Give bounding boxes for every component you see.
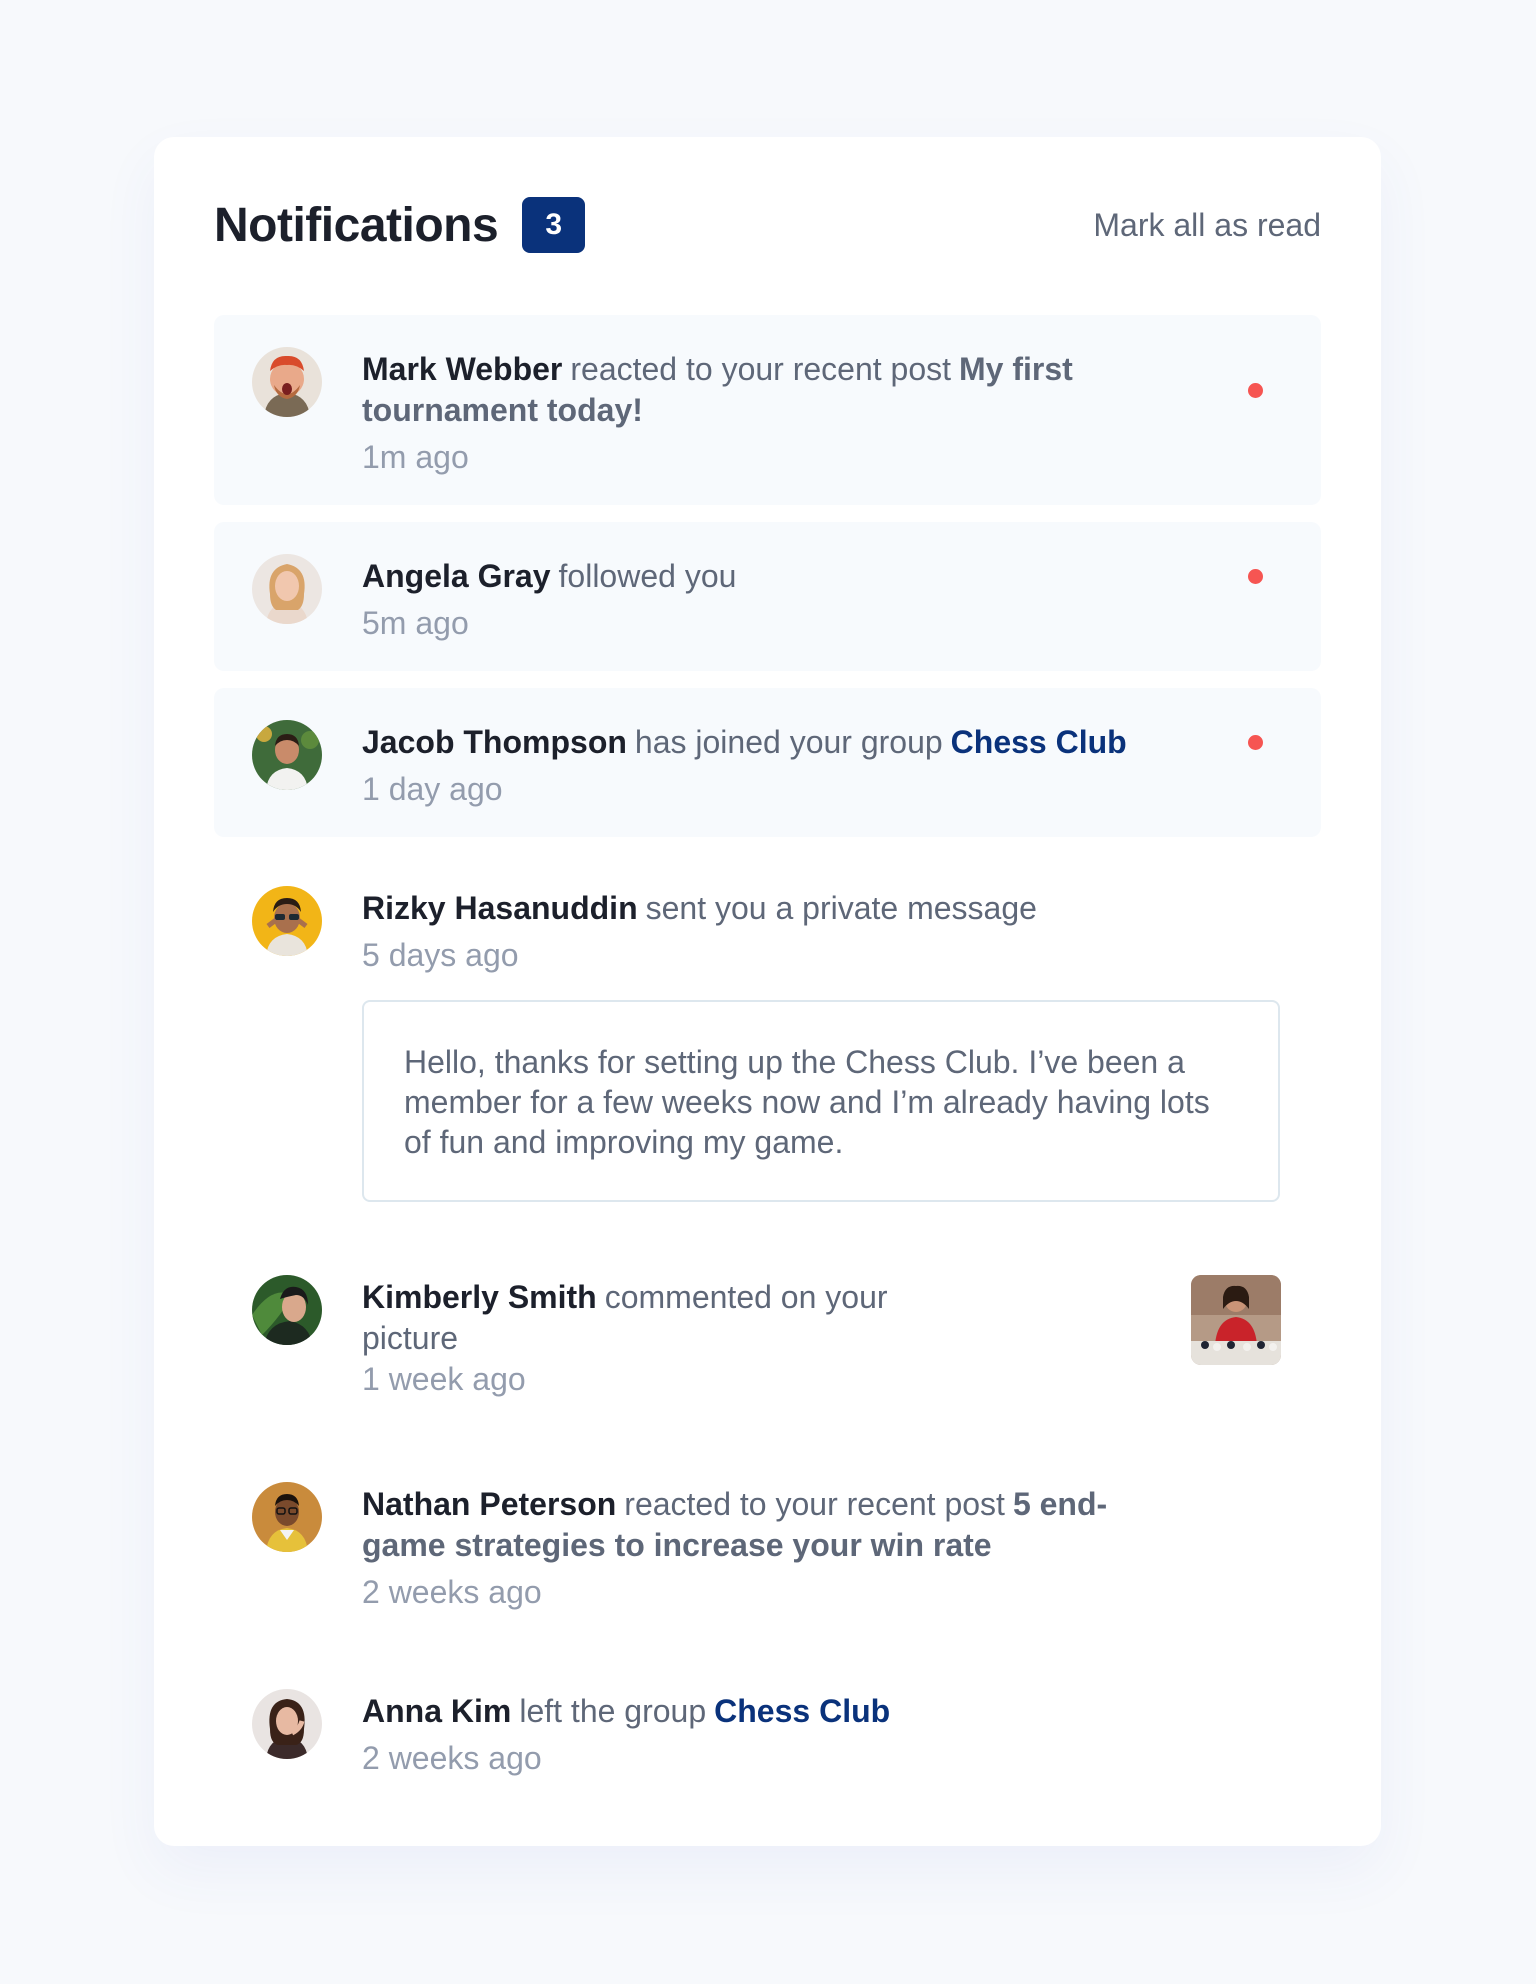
group-link[interactable]: Chess Club bbox=[951, 724, 1127, 760]
chess-picture-thumbnail[interactable] bbox=[1191, 1275, 1281, 1365]
unread-dot bbox=[1248, 735, 1263, 750]
actor-name[interactable]: Anna Kim bbox=[362, 1693, 511, 1729]
notification-item[interactable]: Rizky Hasanuddin sent you a private messa… bbox=[214, 854, 1321, 1226]
unread-dot bbox=[1248, 383, 1263, 398]
notification-text: Mark Webber reacted to your recent post My… bbox=[362, 349, 1152, 431]
notification-text: Rizky Hasanuddin sent you a private messa… bbox=[362, 888, 1285, 929]
avatar-jacob-thompson[interactable] bbox=[252, 720, 322, 790]
page-title: Notifications bbox=[214, 198, 499, 252]
group-link[interactable]: Chess Club bbox=[714, 1693, 890, 1729]
timestamp: 1 day ago bbox=[362, 771, 503, 807]
notification-content: Nathan Peterson reacted to your recent po… bbox=[362, 1482, 1285, 1612]
header: Notifications 3 Mark all as read bbox=[214, 197, 1321, 253]
notifications-card: Notifications 3 Mark all as read Mark We… bbox=[154, 137, 1381, 1846]
actor-name[interactable]: Kimberly Smith bbox=[362, 1279, 597, 1315]
notification-item[interactable]: Kimberly Smith commented on your picture … bbox=[214, 1243, 1321, 1433]
avatar-anna-kim[interactable] bbox=[252, 1689, 322, 1759]
action-text: reacted to your recent post bbox=[624, 1486, 1005, 1522]
notification-content: Angela Gray followed you 5m ago bbox=[362, 554, 1285, 643]
actor-name[interactable]: Jacob Thompson bbox=[362, 724, 627, 760]
actor-name[interactable]: Mark Webber bbox=[362, 351, 562, 387]
actor-name[interactable]: Nathan Peterson bbox=[362, 1486, 616, 1522]
actor-name[interactable]: Angela Gray bbox=[362, 558, 551, 594]
timestamp: 5m ago bbox=[362, 605, 469, 641]
timestamp: 2 weeks ago bbox=[362, 1574, 542, 1610]
avatar-nathan-peterson[interactable] bbox=[252, 1482, 322, 1552]
notification-text: Jacob Thompson has joined your group Chess… bbox=[362, 722, 1285, 763]
notification-content: Jacob Thompson has joined your group Chess… bbox=[362, 720, 1285, 809]
private-message-preview[interactable]: Hello, thanks for setting up the Chess C… bbox=[362, 1000, 1280, 1202]
notification-content: Rizky Hasanuddin sent you a private messa… bbox=[362, 886, 1285, 1202]
notification-text: Kimberly Smith commented on your picture bbox=[362, 1277, 932, 1359]
actor-name[interactable]: Rizky Hasanuddin bbox=[362, 890, 638, 926]
notification-content: Mark Webber reacted to your recent post My… bbox=[362, 347, 1285, 477]
notification-item[interactable]: Anna Kim left the group Chess Club 2 weeks… bbox=[214, 1657, 1321, 1806]
avatar-mark-webber[interactable] bbox=[252, 347, 322, 417]
action-text: left the group bbox=[519, 1693, 707, 1729]
timestamp: 2 weeks ago bbox=[362, 1740, 542, 1776]
avatar-kimberly-smith[interactable] bbox=[252, 1275, 322, 1345]
notification-item[interactable]: Mark Webber reacted to your recent post My… bbox=[214, 315, 1321, 505]
title-group: Notifications 3 bbox=[214, 197, 586, 253]
timestamp: 5 days ago bbox=[362, 937, 519, 973]
mark-all-as-read-button[interactable]: Mark all as read bbox=[1093, 207, 1321, 244]
action-text: has joined your group bbox=[634, 724, 943, 760]
notification-text: Anna Kim left the group Chess Club bbox=[362, 1691, 1285, 1732]
action-text: followed you bbox=[558, 558, 737, 594]
notification-item[interactable]: Angela Gray followed you 5m ago bbox=[214, 522, 1321, 671]
notification-text: Nathan Peterson reacted to your recent po… bbox=[362, 1484, 1182, 1566]
notification-content: Kimberly Smith commented on your picture … bbox=[362, 1275, 1171, 1399]
action-text: sent you a private message bbox=[645, 890, 1037, 926]
timestamp: 1 week ago bbox=[362, 1361, 526, 1397]
unread-count-badge: 3 bbox=[522, 197, 586, 253]
avatar-angela-gray[interactable] bbox=[252, 554, 322, 624]
notification-item[interactable]: Jacob Thompson has joined your group Chess… bbox=[214, 688, 1321, 837]
timestamp: 1m ago bbox=[362, 439, 469, 475]
notification-item[interactable]: Nathan Peterson reacted to your recent po… bbox=[214, 1450, 1321, 1640]
avatar-rizky-hasanuddin[interactable] bbox=[252, 886, 322, 956]
notification-text: Angela Gray followed you bbox=[362, 556, 1285, 597]
notification-content: Anna Kim left the group Chess Club 2 weeks… bbox=[362, 1689, 1285, 1778]
action-text: reacted to your recent post bbox=[570, 351, 952, 387]
unread-dot bbox=[1248, 569, 1263, 584]
